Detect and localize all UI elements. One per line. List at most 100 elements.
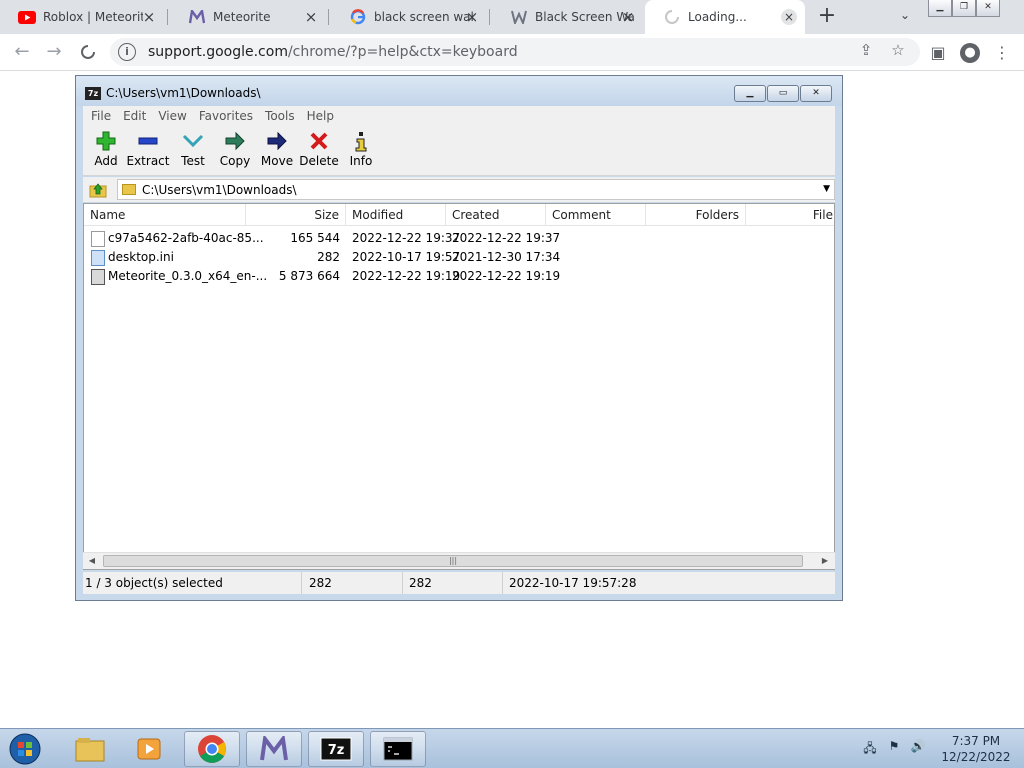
- toolbar: Add Extract Test Copy Move Delete Info: [83, 126, 835, 176]
- copy-arrow-icon: [212, 130, 258, 152]
- copy-button[interactable]: Copy: [212, 130, 258, 174]
- checkmark-icon: [170, 130, 216, 152]
- tab-black-screen-wallpaper[interactable]: Black Screen Wall ×: [492, 0, 644, 34]
- profile-avatar-icon[interactable]: ●: [960, 43, 980, 63]
- windows-logo-icon: [9, 733, 41, 765]
- address-bar[interactable]: i support.google.com/chrome/?p=help&ctx=…: [110, 38, 920, 66]
- system-tray: 🖧 ⚑ 🔊: [862, 739, 926, 755]
- table-row[interactable]: c97a5462-2afb-40ac-85... 165 544 2022-12…: [84, 229, 834, 248]
- youtube-icon: [18, 9, 36, 25]
- tab-search-chevron-icon[interactable]: ⌄: [896, 8, 914, 26]
- file-created: 2022-12-22 19:19: [452, 269, 561, 283]
- back-arrow-icon[interactable]: ←: [10, 40, 34, 64]
- info-icon: [338, 130, 384, 152]
- column-modified[interactable]: Modified: [346, 204, 446, 226]
- media-player-icon: [137, 738, 161, 760]
- horizontal-scrollbar[interactable]: ◀ ||| ▶: [83, 552, 835, 569]
- scroll-left-arrow-icon[interactable]: ◀: [86, 556, 98, 565]
- taskbar-chrome[interactable]: [184, 731, 240, 767]
- test-button[interactable]: Test: [170, 130, 216, 174]
- browser-toolbar: ← → i support.google.com/chrome/?p=help&…: [0, 34, 1024, 71]
- action-center-flag-icon[interactable]: ⚑: [886, 739, 902, 755]
- extract-button[interactable]: Extract: [123, 130, 173, 174]
- copy-label: Copy: [219, 154, 251, 168]
- folder-up-button[interactable]: [88, 180, 108, 199]
- network-icon[interactable]: 🖧: [862, 739, 878, 755]
- folder-up-icon: [89, 182, 107, 197]
- meteorite-icon: [260, 736, 288, 761]
- column-folders[interactable]: Folders: [646, 204, 746, 226]
- taskbar-media-player[interactable]: [122, 731, 178, 767]
- forward-arrow-icon[interactable]: →: [42, 40, 66, 64]
- table-row[interactable]: Meteorite_0.3.0_x64_en-... 5 873 664 202…: [84, 267, 834, 286]
- taskbar-explorer[interactable]: [62, 731, 118, 767]
- more-menu-icon[interactable]: ⋮: [992, 43, 1012, 63]
- file-size: 165 544: [290, 231, 340, 245]
- tab-close-icon[interactable]: ×: [303, 9, 319, 25]
- menu-view[interactable]: View: [158, 109, 186, 123]
- share-icon[interactable]: ⇪: [857, 41, 875, 59]
- site-info-icon[interactable]: i: [118, 43, 136, 61]
- tab-meteorite[interactable]: Meteorite ×: [170, 0, 327, 34]
- taskbar-meteorite[interactable]: [246, 731, 302, 767]
- minimize-button[interactable]: ▁: [928, 0, 952, 17]
- 7zip-window: 7z C:\Users\vm1\Downloads\ ▁ ▭ ✕ File Ed…: [75, 75, 843, 601]
- move-button[interactable]: Move: [254, 130, 300, 174]
- svg-text:7z: 7z: [328, 743, 345, 758]
- column-comment[interactable]: Comment: [546, 204, 646, 226]
- maximize-button[interactable]: ▭: [767, 85, 799, 102]
- stop-loading-icon[interactable]: [76, 40, 100, 64]
- bookmark-star-icon[interactable]: ☆: [889, 41, 907, 59]
- close-button[interactable]: ✕: [976, 0, 1000, 17]
- column-size[interactable]: Size: [246, 204, 346, 226]
- scrollbar-thumb[interactable]: |||: [103, 555, 803, 567]
- 7zip-icon: 7z: [320, 737, 352, 761]
- tab-close-icon[interactable]: ×: [141, 9, 157, 25]
- restore-button[interactable]: ❐: [952, 0, 976, 17]
- new-tab-button[interactable]: +: [815, 5, 839, 29]
- menu-file[interactable]: File: [91, 109, 111, 123]
- move-arrow-icon: [254, 130, 300, 152]
- tab-roblox-meteorite[interactable]: Roblox | Meteorit ×: [0, 0, 165, 34]
- system-clock[interactable]: 7:37 PM 12/22/2022: [940, 733, 1012, 765]
- browser-tab-strip: Roblox | Meteorit × Meteorite × black sc…: [0, 0, 1024, 34]
- menu-favorites[interactable]: Favorites: [199, 109, 253, 123]
- file-created: 2022-12-22 19:37: [452, 231, 561, 245]
- menu-tools[interactable]: Tools: [265, 109, 295, 123]
- info-button[interactable]: Info: [338, 130, 384, 174]
- column-files[interactable]: File: [746, 204, 834, 226]
- tab-close-icon[interactable]: ×: [464, 9, 480, 25]
- column-created[interactable]: Created: [446, 204, 546, 226]
- path-bar: C:\Users\vm1\Downloads\ ▼: [83, 177, 835, 202]
- tab-close-icon[interactable]: ×: [781, 9, 797, 25]
- taskbar-7zip[interactable]: 7z: [308, 731, 364, 767]
- file-size: 5 873 664: [278, 269, 340, 283]
- minimize-button[interactable]: ▁: [734, 85, 766, 102]
- 7zip-title-bar[interactable]: 7z C:\Users\vm1\Downloads\ ▁ ▭ ✕: [76, 76, 842, 106]
- close-button[interactable]: ✕: [800, 85, 832, 102]
- menu-edit[interactable]: Edit: [123, 109, 146, 123]
- delete-button[interactable]: Delete: [296, 130, 342, 174]
- tab-close-icon[interactable]: ×: [620, 9, 636, 25]
- status-bar: 1 / 3 object(s) selected 282 282 2022-10…: [83, 572, 835, 594]
- taskbar-command-prompt[interactable]: [370, 731, 426, 767]
- column-name[interactable]: Name: [84, 204, 246, 226]
- tab-divider: [489, 9, 490, 25]
- dropdown-arrow-icon[interactable]: ▼: [823, 184, 830, 194]
- menu-help[interactable]: Help: [307, 109, 334, 123]
- status-size: 282: [307, 572, 403, 594]
- start-button[interactable]: [5, 731, 45, 767]
- tab-black-screen-search[interactable]: black screen wallp ×: [331, 0, 488, 34]
- wallpaper-site-icon: [510, 9, 528, 25]
- scroll-right-arrow-icon[interactable]: ▶: [819, 556, 831, 565]
- taskbar: 7z 🖧 ⚑ 🔊 7:37 PM 12/22/2022: [0, 728, 1024, 768]
- status-selection: 1 / 3 object(s) selected: [83, 572, 302, 594]
- test-label: Test: [181, 154, 205, 168]
- tab-loading[interactable]: Loading... ×: [645, 0, 805, 34]
- extract-label: Extract: [126, 154, 170, 168]
- side-panel-icon[interactable]: ▣: [928, 43, 948, 63]
- volume-icon[interactable]: 🔊: [910, 739, 926, 755]
- table-row[interactable]: desktop.ini 282 2022-10-17 19:57 2021-12…: [84, 248, 834, 267]
- file-list: Name Size Modified Created Comment Folde…: [83, 203, 835, 570]
- path-combobox[interactable]: C:\Users\vm1\Downloads\ ▼: [117, 179, 835, 200]
